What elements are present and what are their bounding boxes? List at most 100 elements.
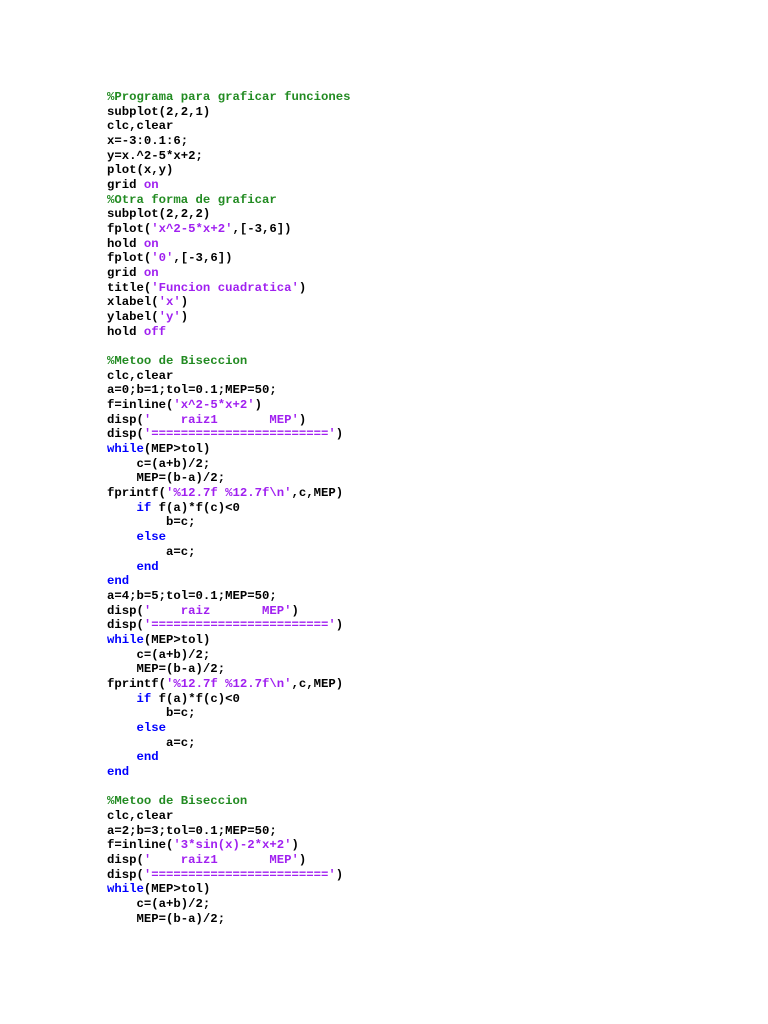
code-line: end bbox=[107, 574, 351, 589]
code-token: clc,clear bbox=[107, 368, 174, 383]
code-line: disp(' raiz1 MEP') bbox=[107, 413, 351, 428]
code-token: ) bbox=[298, 280, 307, 295]
code-token: f=inline( bbox=[107, 398, 174, 413]
code-line: while(MEP>tol) bbox=[107, 442, 351, 457]
code-token: c=(a+b)/2; bbox=[107, 896, 211, 911]
code-line: a=4;b=5;tol=0.1;MEP=50; bbox=[107, 589, 351, 604]
code-token: ,[-3,6]) bbox=[173, 251, 233, 266]
code-line: end bbox=[107, 765, 351, 780]
code-line: a=c; bbox=[107, 736, 351, 751]
code-token: y=x.^2-5*x+2; bbox=[107, 148, 203, 163]
code-token: fplot( bbox=[107, 222, 152, 237]
code-token: ) bbox=[335, 618, 344, 633]
string-token: 'x' bbox=[158, 295, 181, 310]
code-token: subplot(2,2,1) bbox=[107, 104, 211, 119]
code-line: plot(x,y) bbox=[107, 163, 351, 178]
code-token: fplot( bbox=[107, 251, 152, 266]
string-token: on bbox=[143, 178, 159, 193]
code-line: x=-3:0.1:6; bbox=[107, 134, 351, 149]
code-token: c=(a+b)/2; bbox=[107, 647, 211, 662]
code-line: end bbox=[107, 560, 351, 575]
code-token: xlabel( bbox=[107, 295, 159, 310]
code-line: a=0;b=1;tol=0.1;MEP=50; bbox=[107, 383, 351, 398]
code-line: c=(a+b)/2; bbox=[107, 648, 351, 663]
code-token: ,[-3,6]) bbox=[232, 222, 292, 237]
comment-token: %Metoo de Biseccion bbox=[107, 794, 248, 809]
code-line: disp(' raiz MEP') bbox=[107, 604, 351, 619]
code-line: MEP=(b-a)/2; bbox=[107, 912, 351, 927]
code-line: disp('========================') bbox=[107, 618, 351, 633]
code-line: else bbox=[107, 721, 351, 736]
code-token: ylabel( bbox=[107, 310, 159, 325]
code-token: disp( bbox=[107, 852, 144, 867]
code-token: grid bbox=[107, 266, 144, 281]
code-line: grid on bbox=[107, 266, 351, 281]
code-line: MEP=(b-a)/2; bbox=[107, 471, 351, 486]
code-line: while(MEP>tol) bbox=[107, 882, 351, 897]
string-token: 'x^2-5*x+2' bbox=[151, 222, 233, 237]
matlab-code-listing: %Programa para graficar funciones subplot… bbox=[107, 90, 351, 926]
code-token: subplot(2,2,2) bbox=[107, 207, 211, 222]
code-line: hold on bbox=[107, 237, 351, 252]
code-token: disp( bbox=[107, 867, 144, 882]
code-token: fprintf( bbox=[107, 676, 167, 691]
code-line: f=inline('3*sin(x)-2*x+2') bbox=[107, 838, 351, 853]
code-token: hold bbox=[107, 324, 144, 339]
code-line: subplot(2,2,1) bbox=[107, 105, 351, 120]
code-token: ) bbox=[180, 310, 189, 325]
code-line: disp('========================') bbox=[107, 868, 351, 883]
code-token: b=c; bbox=[107, 706, 196, 721]
code-token: MEP=(b-a)/2; bbox=[107, 911, 226, 926]
code-token: (MEP>tol) bbox=[143, 882, 211, 897]
code-token: grid bbox=[107, 178, 144, 193]
code-token: ) bbox=[335, 867, 344, 882]
string-token: ' raiz MEP' bbox=[143, 603, 292, 618]
code-line: clc,clear bbox=[107, 369, 351, 384]
code-token: ) bbox=[180, 295, 189, 310]
keyword-token: if bbox=[136, 500, 152, 515]
code-token: a=0;b=1;tol=0.1;MEP=50; bbox=[107, 383, 277, 398]
string-token: '0' bbox=[151, 251, 174, 266]
code-line: else bbox=[107, 530, 351, 545]
string-token: 'x^2-5*x+2' bbox=[173, 398, 255, 413]
code-token: MEP=(b-a)/2; bbox=[107, 471, 226, 486]
code-line: %Metoo de Biseccion bbox=[107, 794, 351, 809]
string-token: '%12.7f %12.7f\n' bbox=[166, 676, 292, 691]
code-token: hold bbox=[107, 236, 144, 251]
keyword-token: end bbox=[107, 574, 130, 589]
keyword-token: end bbox=[136, 559, 159, 574]
code-token: MEP=(b-a)/2; bbox=[107, 662, 226, 677]
code-line: fprintf('%12.7f %12.7f\n',c,MEP) bbox=[107, 677, 351, 692]
code-line: hold off bbox=[107, 325, 351, 340]
code-token: f(a)*f(c)<0 bbox=[151, 500, 240, 515]
code-line: b=c; bbox=[107, 515, 351, 530]
code-line: %Programa para graficar funciones bbox=[107, 90, 351, 105]
code-line: clc,clear bbox=[107, 809, 351, 824]
code-token: a=c; bbox=[107, 735, 196, 750]
code-line: disp('========================') bbox=[107, 427, 351, 442]
code-token: (MEP>tol) bbox=[143, 632, 211, 647]
string-token: off bbox=[143, 324, 167, 339]
string-token: '3*sin(x)-2*x+2' bbox=[173, 838, 292, 853]
code-token: fprintf( bbox=[107, 486, 167, 501]
code-token: a=c; bbox=[107, 544, 196, 559]
code-token: f(a)*f(c)<0 bbox=[151, 691, 240, 706]
code-token: clc,clear bbox=[107, 119, 174, 134]
keyword-token: end bbox=[107, 764, 130, 779]
string-token: ' raiz1 MEP' bbox=[143, 412, 299, 427]
keyword-token: while bbox=[107, 632, 144, 647]
code-line: disp(' raiz1 MEP') bbox=[107, 853, 351, 868]
string-token: '========================' bbox=[143, 618, 336, 633]
code-line: f=inline('x^2-5*x+2') bbox=[107, 398, 351, 413]
string-token: 'Funcion cuadratica' bbox=[151, 280, 299, 295]
comment-token: %Otra forma de graficar bbox=[107, 192, 277, 207]
code-token: disp( bbox=[107, 618, 144, 633]
code-line: fplot('x^2-5*x+2',[-3,6]) bbox=[107, 222, 351, 237]
code-token: ) bbox=[298, 852, 307, 867]
code-line: c=(a+b)/2; bbox=[107, 897, 351, 912]
code-line: clc,clear bbox=[107, 119, 351, 134]
